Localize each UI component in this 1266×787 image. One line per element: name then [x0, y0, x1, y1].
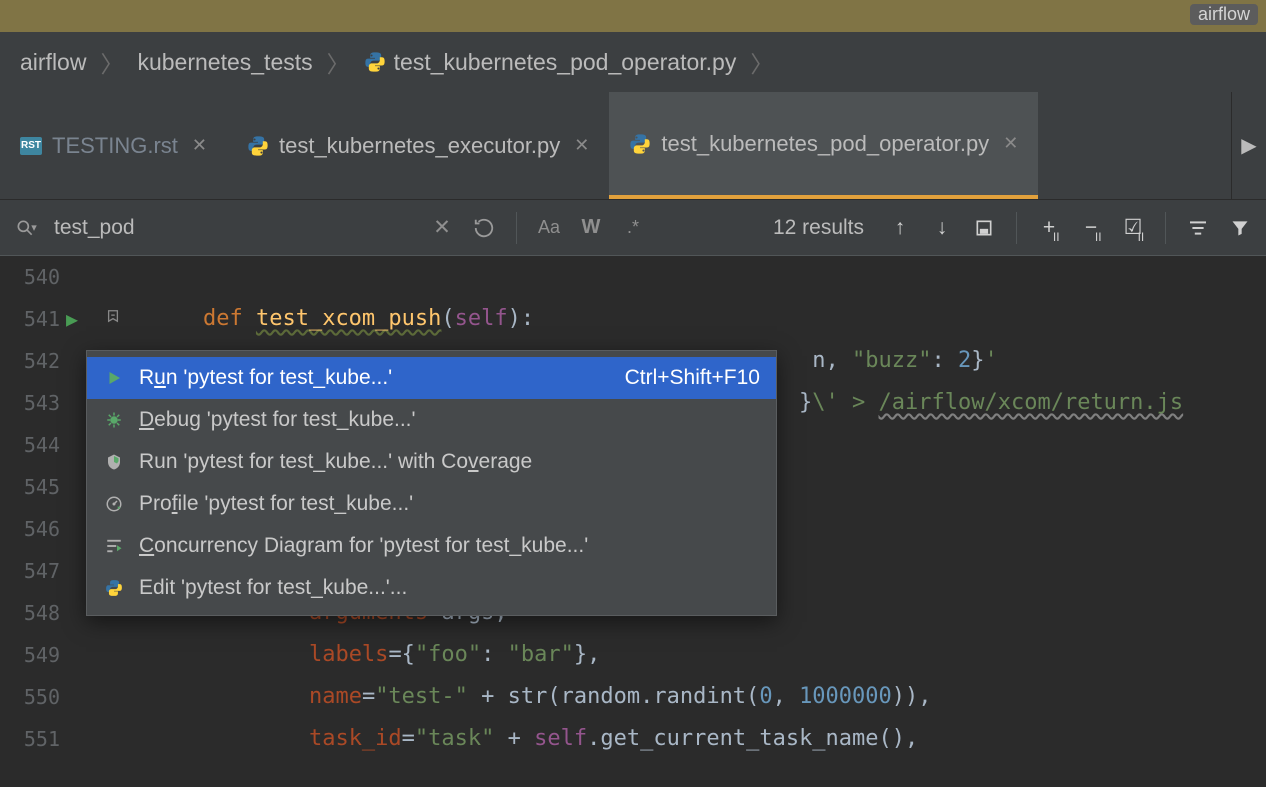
edit-icon: [103, 579, 125, 597]
tab-test-pod-operator[interactable]: test_kubernetes_pod_operator.py ✕: [609, 92, 1038, 199]
context-menu-item[interactable]: Debug 'pytest for test_kube...': [87, 399, 776, 441]
context-menu-item[interactable]: Profile 'pytest for test_kube...': [87, 483, 776, 525]
toggle-filter-icon[interactable]: [1184, 214, 1212, 242]
search-icon[interactable]: ▾: [12, 214, 40, 242]
breadcrumb-item-label: test_kubernetes_pod_operator.py: [394, 49, 737, 76]
context-menu-item[interactable]: Run 'pytest for test_kube...' with Cover…: [87, 441, 776, 483]
debug-icon: [103, 411, 125, 429]
title-badge: airflow: [1190, 4, 1258, 25]
remove-selection-icon[interactable]: −II: [1077, 214, 1105, 242]
close-icon[interactable]: ✕: [1003, 133, 1018, 154]
context-menu-item[interactable]: Edit 'pytest for test_kube...'...: [87, 567, 776, 609]
line-number[interactable]: 551: [0, 718, 150, 760]
line-number[interactable]: 540: [0, 256, 150, 298]
menu-item-label: Debug 'pytest for test_kube...': [139, 408, 760, 432]
menu-item-label: Profile 'pytest for test_kube...': [139, 492, 760, 516]
code-line[interactable]: 550 name="test-" + str(random.randint(0,…: [0, 676, 1266, 718]
tab-label: test_kubernetes_pod_operator.py: [661, 131, 989, 157]
select-all-occurrences-icon[interactable]: ☑II: [1119, 214, 1147, 242]
breadcrumb-item[interactable]: airflow: [20, 49, 86, 76]
add-selection-icon[interactable]: +II: [1035, 214, 1063, 242]
python-file-icon: [364, 51, 386, 73]
match-case-icon[interactable]: Aa: [535, 214, 563, 242]
words-icon[interactable]: W: [577, 214, 605, 242]
code-line[interactable]: 541▶ def test_xcom_push(self):: [0, 298, 1266, 340]
select-all-icon[interactable]: [970, 214, 998, 242]
filter-icon[interactable]: [1226, 214, 1254, 242]
menu-item-label: Edit 'pytest for test_kube...'...: [139, 576, 760, 600]
python-file-icon: [629, 133, 651, 155]
search-input[interactable]: [54, 216, 314, 240]
regex-icon[interactable]: .*: [619, 214, 647, 242]
tab-test-executor[interactable]: test_kubernetes_executor.py ✕: [227, 92, 609, 199]
tab-scroll-right-button[interactable]: ▶: [1231, 92, 1266, 199]
breadcrumb: airflow 〉 kubernetes_tests 〉 test_kubern…: [0, 32, 1266, 92]
rst-file-icon: RST: [20, 137, 42, 155]
prev-match-icon[interactable]: ↑: [886, 214, 914, 242]
chevron-right-icon: 〉: [327, 45, 350, 79]
code-line[interactable]: 551 task_id="task" + self.get_current_ta…: [0, 718, 1266, 760]
tab-label: TESTING.rst: [52, 133, 178, 159]
code-line[interactable]: 549 labels={"foo": "bar"},: [0, 634, 1266, 676]
profile-icon: [103, 495, 125, 513]
clear-search-icon[interactable]: ✕: [428, 214, 456, 242]
menu-item-label: Concurrency Diagram for 'pytest for test…: [139, 534, 760, 558]
breadcrumb-item[interactable]: kubernetes_tests: [137, 49, 312, 76]
line-number[interactable]: 541▶: [0, 298, 150, 340]
run-gutter-icon[interactable]: ▶: [66, 298, 78, 340]
chevron-right-icon: 〉: [750, 45, 773, 79]
tab-testing-rst[interactable]: RST TESTING.rst ✕: [0, 92, 227, 199]
context-menu: Run 'pytest for test_kube...' Ctrl+Shift+…: [86, 350, 777, 616]
line-number[interactable]: 550: [0, 676, 150, 718]
breadcrumb-item[interactable]: test_kubernetes_pod_operator.py: [364, 49, 737, 76]
concurrency-icon: [103, 537, 125, 555]
find-toolbar: ▾ ✕ Aa W .* 12 results ↑ ↓ +II −II ☑II: [0, 200, 1266, 256]
close-icon[interactable]: ✕: [192, 135, 207, 156]
chevron-right-icon: 〉: [100, 45, 123, 79]
code-line[interactable]: 540: [0, 256, 1266, 298]
line-number[interactable]: 549: [0, 634, 150, 676]
code-content[interactable]: labels={"foo": "bar"},: [150, 634, 1266, 676]
context-menu-item[interactable]: Run 'pytest for test_kube...' Ctrl+Shift+…: [87, 357, 776, 399]
next-match-icon[interactable]: ↓: [928, 214, 956, 242]
code-content[interactable]: task_id="task" + self.get_current_task_n…: [150, 718, 1266, 760]
code-content[interactable]: name="test-" + str(random.randint(0, 100…: [150, 676, 1266, 718]
results-count: 12 results: [773, 216, 864, 240]
context-menu-item[interactable]: Concurrency Diagram for 'pytest for test…: [87, 525, 776, 567]
menu-item-label: Run 'pytest for test_kube...' with Cover…: [139, 450, 760, 474]
run-icon: [103, 369, 125, 387]
coverage-icon: [103, 453, 125, 471]
window-titlebar: airflow: [0, 0, 1266, 32]
menu-item-shortcut: Ctrl+Shift+F10: [625, 366, 760, 390]
code-content[interactable]: def test_xcom_push(self):: [150, 298, 1266, 340]
python-file-icon: [247, 135, 269, 157]
fold-icon[interactable]: [106, 298, 120, 340]
menu-item-label: Run 'pytest for test_kube...': [139, 366, 611, 390]
tab-label: test_kubernetes_executor.py: [279, 133, 560, 159]
editor-tabstrip: RST TESTING.rst ✕ test_kubernetes_execut…: [0, 92, 1266, 200]
history-icon[interactable]: [470, 214, 498, 242]
close-icon[interactable]: ✕: [574, 135, 589, 156]
